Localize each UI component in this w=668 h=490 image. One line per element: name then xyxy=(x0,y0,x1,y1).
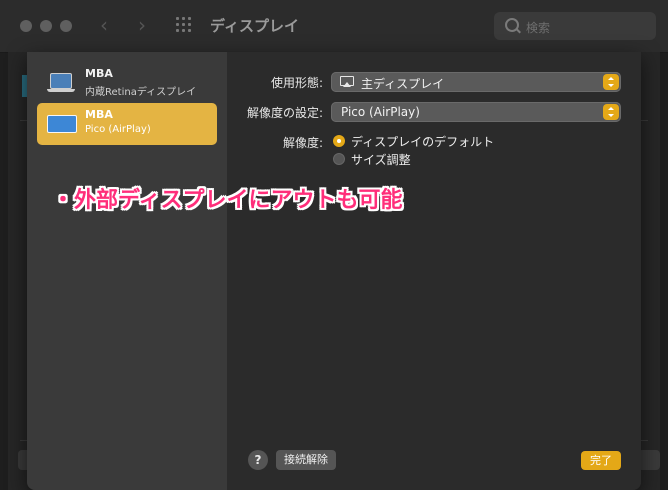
display-subtitle: 内蔵Retinaディスプレイ xyxy=(85,87,197,98)
popup-chevron-icon xyxy=(603,74,619,90)
usage-value: 主ディスプレイ xyxy=(361,77,445,91)
resolution-label: 解像度: xyxy=(282,136,323,150)
show-all-grid-icon[interactable] xyxy=(176,17,194,35)
minimize-window-button[interactable] xyxy=(40,20,52,32)
display-settings-panel: 使用形態: 主ディスプレイ 解像度の設定: Pico (AirPlay) 解像度… xyxy=(227,52,641,490)
close-window-button[interactable] xyxy=(20,20,32,32)
laptop-icon xyxy=(47,73,75,95)
search-field[interactable]: 検索 xyxy=(494,12,656,40)
display-item-airplay[interactable]: MBA Pico (AirPlay) xyxy=(37,103,217,145)
radio-default-resolution[interactable] xyxy=(333,135,345,147)
display-list: MBA 内蔵Retinaディスプレイ MBA Pico (AirPlay) xyxy=(27,52,227,490)
back-arrow-icon[interactable]: ‹ xyxy=(100,13,108,37)
usage-label: 使用形態: xyxy=(270,76,323,90)
done-button[interactable]: 完了 xyxy=(581,451,621,470)
window-title: ディスプレイ xyxy=(210,17,299,35)
radio-label-default[interactable]: ディスプレイのデフォルト xyxy=(351,133,494,150)
popup-chevron-icon xyxy=(603,104,619,120)
radio-scaled-resolution[interactable] xyxy=(333,153,345,165)
forward-arrow-icon[interactable]: › xyxy=(138,13,146,37)
help-button[interactable]: ? xyxy=(248,450,268,470)
search-icon xyxy=(505,18,519,32)
airplay-icon xyxy=(340,76,354,87)
monitor-icon xyxy=(47,115,77,133)
window-titlebar: ‹ › ディスプレイ 検索 xyxy=(0,0,668,53)
zoom-window-button[interactable] xyxy=(60,20,72,32)
resolution-setting-label: 解像度の設定: xyxy=(246,106,323,120)
display-item-builtin[interactable]: MBA 内蔵Retinaディスプレイ xyxy=(37,62,217,104)
disconnect-button[interactable]: 接続解除 xyxy=(276,450,336,470)
display-settings-sheet: MBA 内蔵Retinaディスプレイ MBA Pico (AirPlay) 使用… xyxy=(27,52,641,490)
usage-popup[interactable]: 主ディスプレイ xyxy=(331,72,621,92)
display-name: MBA xyxy=(85,108,113,121)
resolution-setting-value: Pico (AirPlay) xyxy=(341,105,420,119)
search-placeholder: 検索 xyxy=(526,21,551,35)
background-button xyxy=(638,450,660,470)
radio-label-scaled[interactable]: サイズ調整 xyxy=(351,151,411,168)
annotation-caption: ・外部ディスプレイにアウトも可能 xyxy=(52,188,403,213)
resolution-setting-popup[interactable]: Pico (AirPlay) xyxy=(331,102,621,122)
display-subtitle: Pico (AirPlay) xyxy=(85,124,151,135)
display-name: MBA xyxy=(85,67,113,80)
